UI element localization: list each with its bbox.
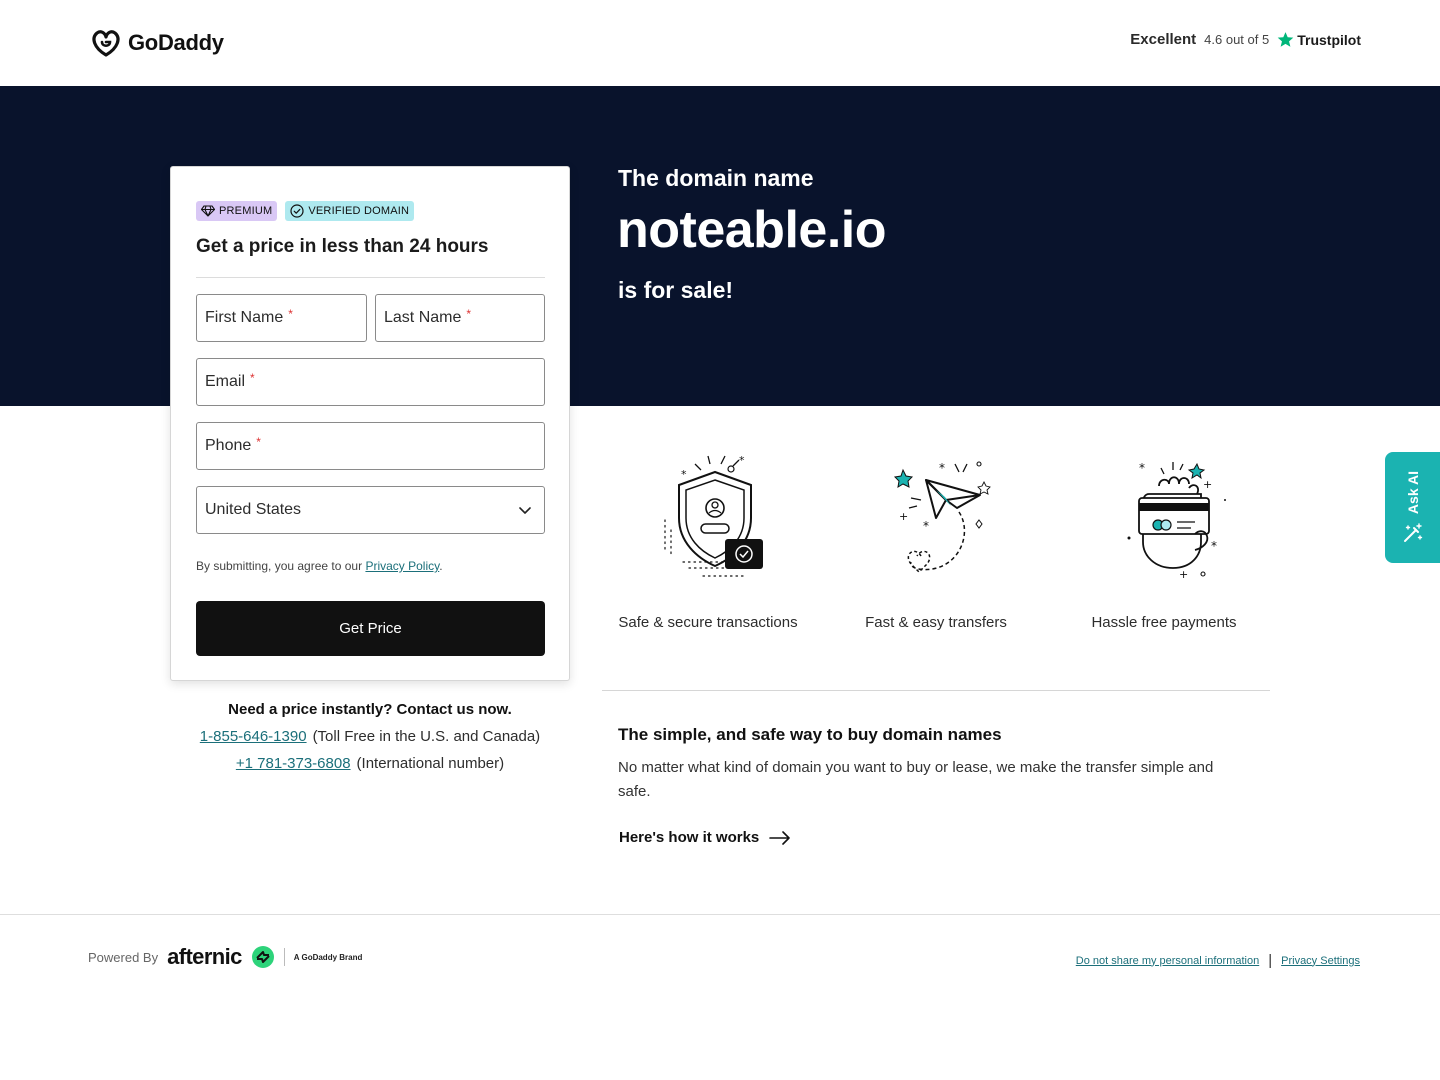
first-name-placeholder: First Name xyxy=(205,309,284,326)
section-divider xyxy=(602,690,1270,691)
intl-note: (International number) xyxy=(356,755,505,772)
contact-tollfree: 1-855-646-1390 (Toll Free in the U.S. and… xyxy=(170,728,570,745)
tollfree-phone-link[interactable]: 1-855-646-1390 xyxy=(200,728,307,745)
contact-question: Need a price instantly? Contact us now. xyxy=(228,701,512,718)
verified-badge-label: VERIFIED DOMAIN xyxy=(308,205,410,217)
last-name-placeholder: Last Name xyxy=(384,309,462,326)
trustpilot-text: Trustpilot xyxy=(1297,31,1361,48)
feature-label: Safe & secure transactions xyxy=(618,614,798,631)
trust-rating-label: Excellent xyxy=(1130,31,1197,48)
country-value: United States xyxy=(205,501,302,518)
footer-links: Do not share my personal information | P… xyxy=(1076,952,1360,969)
phone-field[interactable]: Phone * xyxy=(196,422,545,470)
card-payment-icon: * * + + xyxy=(1127,461,1226,581)
intl-phone-link[interactable]: +1 781-373-6808 xyxy=(236,755,351,772)
svg-text:+: + xyxy=(1203,478,1212,491)
footer-separator: | xyxy=(1268,952,1273,969)
consent-text: By submitting, you agree to our Privacy … xyxy=(196,559,443,573)
afternic-logo-icon xyxy=(251,946,274,968)
form-divider xyxy=(196,277,545,278)
feature-secure: * * Safe & secure transactions xyxy=(598,450,818,631)
afternic-logo[interactable]: afternic xyxy=(167,944,242,970)
contact-intl: +1 781-373-6808 (International number) xyxy=(170,755,570,772)
powered-by-label: Powered By xyxy=(88,949,159,965)
first-name-field[interactable]: First Name * xyxy=(196,294,367,342)
required-marker: * xyxy=(466,307,472,321)
ask-ai-label: Ask AI xyxy=(1404,470,1421,515)
privacy-policy-link[interactable]: Privacy Policy xyxy=(365,559,439,573)
required-marker: * xyxy=(256,435,261,449)
how-description: No matter what kind of domain you want t… xyxy=(618,759,1214,800)
required-marker: * xyxy=(288,307,293,321)
country-select[interactable]: United States xyxy=(196,486,545,534)
logo-text: GoDaddy xyxy=(128,30,224,55)
ask-ai-button[interactable]: Ask AI xyxy=(1385,452,1440,563)
godaddy-logo[interactable]: GoDaddy xyxy=(90,28,224,58)
how-title: The simple, and safe way to buy domain n… xyxy=(618,725,1002,744)
shield-icon: * * xyxy=(664,454,763,577)
svg-text:*: * xyxy=(923,519,929,533)
tollfree-note: (Toll Free in the U.S. and Canada) xyxy=(312,728,541,745)
how-it-works-label: Here's how it works xyxy=(619,829,760,846)
domain-name: noteable.io xyxy=(617,201,886,259)
feature-label: Hassle free payments xyxy=(1091,614,1237,631)
svg-text:+: + xyxy=(1179,568,1188,581)
check-circle-icon xyxy=(290,204,304,218)
consent-end: . xyxy=(439,559,443,573)
hero-pre-title: The domain name xyxy=(618,165,814,191)
footer-divider xyxy=(0,914,1440,915)
trust-score: 4.6 out of 5 xyxy=(1204,32,1270,47)
svg-text:*: * xyxy=(1139,461,1145,475)
do-not-share-link[interactable]: Do not share my personal information xyxy=(1076,955,1259,967)
chevron-down-icon xyxy=(519,507,531,514)
premium-badge-label: PREMIUM xyxy=(219,205,273,217)
phone-placeholder: Phone xyxy=(205,437,252,454)
price-form-card: PREMIUM VERIFIED DOMAIN Get a price in l… xyxy=(170,166,570,681)
trustpilot-rating[interactable]: Excellent 4.6 out of 5 Trustpilot xyxy=(1130,31,1361,48)
powered-by: Powered By afternic A GoDaddy Brand xyxy=(88,944,362,970)
diamond-icon xyxy=(201,205,215,217)
site-header: GoDaddy Excellent 4.6 out of 5 Trustpilo… xyxy=(0,0,1440,86)
form-title: Get a price in less than 24 hours xyxy=(196,236,489,257)
godaddy-brand-label: A GoDaddy Brand xyxy=(293,952,363,962)
email-placeholder: Email xyxy=(205,373,246,390)
star-icon xyxy=(1277,32,1294,47)
badges: PREMIUM VERIFIED DOMAIN xyxy=(196,201,415,221)
brand-separator xyxy=(283,948,285,966)
arrow-right-icon xyxy=(769,830,791,845)
svg-text:*: * xyxy=(681,468,687,481)
feature-payments: * * + + Hassle free payments xyxy=(1054,450,1274,631)
trustpilot-brand: Trustpilot xyxy=(1277,31,1361,48)
required-marker: * xyxy=(250,371,255,385)
get-price-button[interactable]: Get Price xyxy=(196,601,545,656)
hero-post-title: is for sale! xyxy=(618,277,734,303)
last-name-field[interactable]: Last Name * xyxy=(375,294,545,342)
magic-wand-icon xyxy=(1403,523,1422,543)
premium-badge: PREMIUM xyxy=(196,201,278,221)
verified-badge: VERIFIED DOMAIN xyxy=(285,201,415,221)
how-it-works-link[interactable]: Here's how it works xyxy=(619,829,791,846)
svg-text:*: * xyxy=(1211,539,1217,553)
feature-transfers: * * + Fast & easy transfers xyxy=(826,450,1046,631)
svg-text:*: * xyxy=(739,454,745,467)
paper-plane-icon: * * + xyxy=(893,461,991,574)
godaddy-logo-icon xyxy=(92,30,120,57)
email-field[interactable]: Email * xyxy=(196,358,545,406)
feature-label: Fast & easy transfers xyxy=(865,614,1007,631)
privacy-settings-link[interactable]: Privacy Settings xyxy=(1281,955,1360,967)
svg-text:*: * xyxy=(939,461,945,475)
svg-text:+: + xyxy=(899,510,908,523)
consent-label: By submitting, you agree to our xyxy=(196,559,363,573)
